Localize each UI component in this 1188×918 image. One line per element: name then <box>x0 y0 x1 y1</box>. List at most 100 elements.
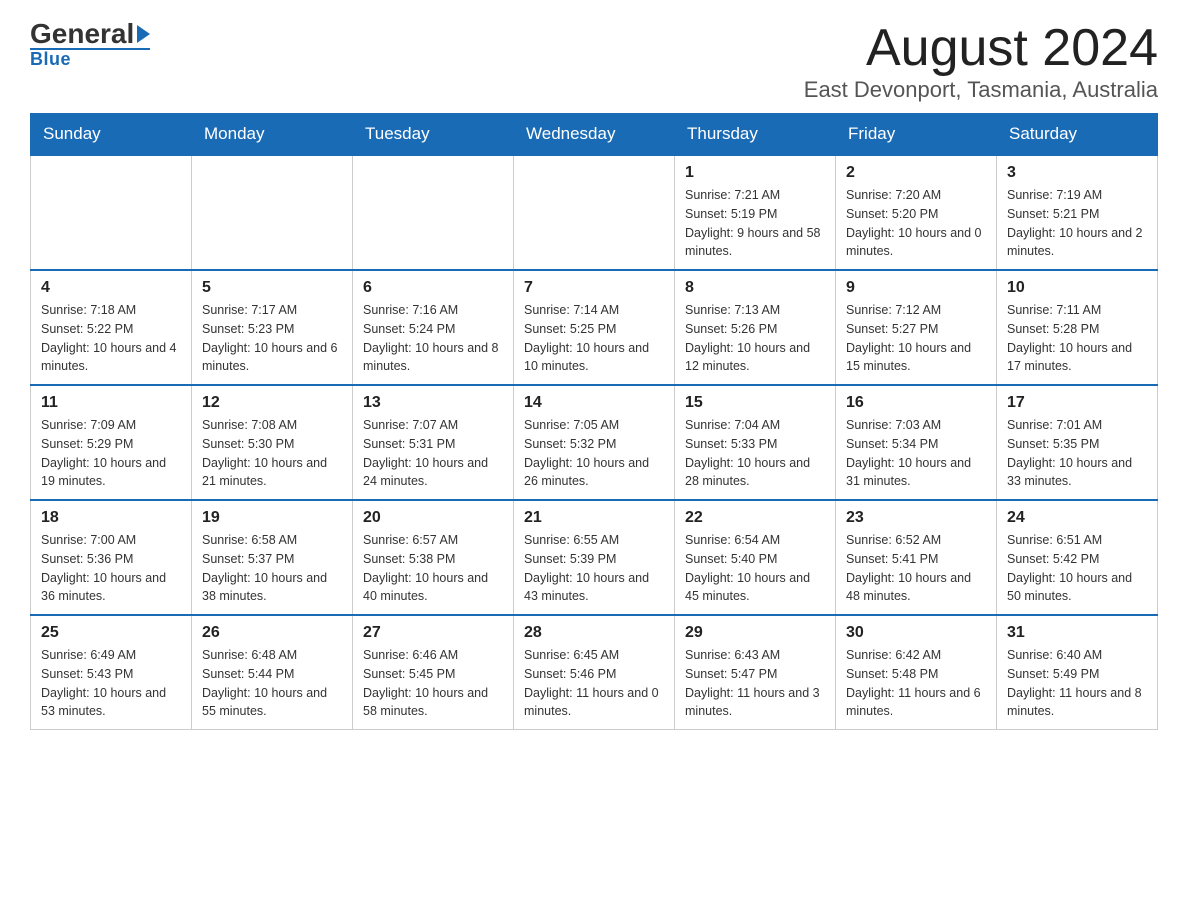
day-cell: 28 Sunrise: 6:45 AM Sunset: 5:46 PM Dayli… <box>514 615 675 730</box>
day-info: Sunrise: 6:55 AM Sunset: 5:39 PM Dayligh… <box>524 531 664 606</box>
day-number: 14 <box>524 394 664 412</box>
day-info: Sunrise: 7:21 AM Sunset: 5:19 PM Dayligh… <box>685 186 825 261</box>
day-info: Sunrise: 7:19 AM Sunset: 5:21 PM Dayligh… <box>1007 186 1147 261</box>
day-cell: 25Sunrise: 6:49 AM Sunset: 5:43 PM Dayli… <box>31 615 192 730</box>
day-info: Sunrise: 6:51 AM Sunset: 5:42 PM Dayligh… <box>1007 531 1147 606</box>
main-title: August 2024 <box>804 20 1158 77</box>
day-number: 11 <box>41 394 181 412</box>
day-number: 19 <box>202 509 342 527</box>
logo-general: General <box>30 20 150 48</box>
day-info: Sunrise: 7:16 AM Sunset: 5:24 PM Dayligh… <box>363 301 503 376</box>
day-cell: 7 Sunrise: 7:14 AM Sunset: 5:25 PM Daylig… <box>514 270 675 385</box>
day-info: Sunrise: 6:54 AM Sunset: 5:40 PM Dayligh… <box>685 531 825 606</box>
day-number: 15 <box>685 394 825 412</box>
calendar-header-row: Sunday Monday Tuesday Wednesday Thursday… <box>31 114 1158 156</box>
day-info: Sunrise: 7:18 AM Sunset: 5:22 PM Dayligh… <box>41 301 181 376</box>
day-info: Sunrise: 7:08 AM Sunset: 5:30 PM Dayligh… <box>202 416 342 491</box>
col-wednesday: Wednesday <box>514 114 675 156</box>
day-cell: 6 Sunrise: 7:16 AM Sunset: 5:24 PM Daylig… <box>353 270 514 385</box>
day-number: 20 <box>363 509 503 527</box>
title-section: August 2024 East Devonport, Tasmania, Au… <box>804 20 1158 103</box>
day-cell: 24 Sunrise: 6:51 AM Sunset: 5:42 PM Dayli… <box>997 500 1158 615</box>
day-number: 25 <box>41 624 181 642</box>
day-info: Sunrise: 6:58 AM Sunset: 5:37 PM Dayligh… <box>202 531 342 606</box>
day-number: 29 <box>685 624 825 642</box>
day-cell: 14 Sunrise: 7:05 AM Sunset: 5:32 PM Dayli… <box>514 385 675 500</box>
day-cell: 12 Sunrise: 7:08 AM Sunset: 5:30 PM Dayli… <box>192 385 353 500</box>
day-info: Sunrise: 7:14 AM Sunset: 5:25 PM Dayligh… <box>524 301 664 376</box>
day-info: Sunrise: 7:13 AM Sunset: 5:26 PM Dayligh… <box>685 301 825 376</box>
day-cell: 1 Sunrise: 7:21 AM Sunset: 5:19 PM Daylig… <box>675 155 836 270</box>
week-row-1: 1 Sunrise: 7:21 AM Sunset: 5:19 PM Daylig… <box>31 155 1158 270</box>
week-row-5: 25Sunrise: 6:49 AM Sunset: 5:43 PM Dayli… <box>31 615 1158 730</box>
day-cell: 8 Sunrise: 7:13 AM Sunset: 5:26 PM Daylig… <box>675 270 836 385</box>
day-cell: 15 Sunrise: 7:04 AM Sunset: 5:33 PM Dayli… <box>675 385 836 500</box>
day-info: Sunrise: 6:45 AM Sunset: 5:46 PM Dayligh… <box>524 646 664 721</box>
day-number: 2 <box>846 164 986 182</box>
day-info: Sunrise: 7:07 AM Sunset: 5:31 PM Dayligh… <box>363 416 503 491</box>
day-number: 28 <box>524 624 664 642</box>
day-cell: 13 Sunrise: 7:07 AM Sunset: 5:31 PM Dayli… <box>353 385 514 500</box>
day-cell: 3 Sunrise: 7:19 AM Sunset: 5:21 PM Daylig… <box>997 155 1158 270</box>
day-number: 6 <box>363 279 503 297</box>
day-number: 3 <box>1007 164 1147 182</box>
day-cell <box>31 155 192 270</box>
day-cell: 5 Sunrise: 7:17 AM Sunset: 5:23 PM Daylig… <box>192 270 353 385</box>
day-info: Sunrise: 6:48 AM Sunset: 5:44 PM Dayligh… <box>202 646 342 721</box>
day-cell <box>353 155 514 270</box>
day-info: Sunrise: 6:46 AM Sunset: 5:45 PM Dayligh… <box>363 646 503 721</box>
col-thursday: Thursday <box>675 114 836 156</box>
day-number: 21 <box>524 509 664 527</box>
logo: General Blue <box>30 20 150 70</box>
day-info: Sunrise: 7:00 AM Sunset: 5:36 PM Dayligh… <box>41 531 181 606</box>
day-number: 13 <box>363 394 503 412</box>
day-number: 9 <box>846 279 986 297</box>
day-number: 5 <box>202 279 342 297</box>
week-row-4: 18 Sunrise: 7:00 AM Sunset: 5:36 PM Dayli… <box>31 500 1158 615</box>
week-row-3: 11Sunrise: 7:09 AM Sunset: 5:29 PM Dayli… <box>31 385 1158 500</box>
day-number: 18 <box>41 509 181 527</box>
day-number: 12 <box>202 394 342 412</box>
day-cell <box>514 155 675 270</box>
day-cell: 11Sunrise: 7:09 AM Sunset: 5:29 PM Dayli… <box>31 385 192 500</box>
day-number: 26 <box>202 624 342 642</box>
day-cell: 9 Sunrise: 7:12 AM Sunset: 5:27 PM Daylig… <box>836 270 997 385</box>
day-info: Sunrise: 6:52 AM Sunset: 5:41 PM Dayligh… <box>846 531 986 606</box>
day-number: 1 <box>685 164 825 182</box>
col-monday: Monday <box>192 114 353 156</box>
day-number: 7 <box>524 279 664 297</box>
day-cell: 31 Sunrise: 6:40 AM Sunset: 5:49 PM Dayli… <box>997 615 1158 730</box>
day-cell: 30Sunrise: 6:42 AM Sunset: 5:48 PM Dayli… <box>836 615 997 730</box>
day-info: Sunrise: 7:20 AM Sunset: 5:20 PM Dayligh… <box>846 186 986 261</box>
day-cell: 26 Sunrise: 6:48 AM Sunset: 5:44 PM Dayli… <box>192 615 353 730</box>
calendar-table: Sunday Monday Tuesday Wednesday Thursday… <box>30 113 1158 730</box>
day-number: 24 <box>1007 509 1147 527</box>
day-info: Sunrise: 7:05 AM Sunset: 5:32 PM Dayligh… <box>524 416 664 491</box>
day-number: 8 <box>685 279 825 297</box>
day-cell: 10Sunrise: 7:11 AM Sunset: 5:28 PM Dayli… <box>997 270 1158 385</box>
day-cell: 18 Sunrise: 7:00 AM Sunset: 5:36 PM Dayli… <box>31 500 192 615</box>
col-friday: Friday <box>836 114 997 156</box>
day-cell: 4Sunrise: 7:18 AM Sunset: 5:22 PM Daylig… <box>31 270 192 385</box>
day-info: Sunrise: 7:01 AM Sunset: 5:35 PM Dayligh… <box>1007 416 1147 491</box>
day-number: 10 <box>1007 279 1147 297</box>
day-cell <box>192 155 353 270</box>
day-info: Sunrise: 6:57 AM Sunset: 5:38 PM Dayligh… <box>363 531 503 606</box>
logo-blue: Blue <box>30 48 150 70</box>
col-tuesday: Tuesday <box>353 114 514 156</box>
day-number: 30 <box>846 624 986 642</box>
week-row-2: 4Sunrise: 7:18 AM Sunset: 5:22 PM Daylig… <box>31 270 1158 385</box>
day-cell: 27 Sunrise: 6:46 AM Sunset: 5:45 PM Dayli… <box>353 615 514 730</box>
day-info: Sunrise: 7:04 AM Sunset: 5:33 PM Dayligh… <box>685 416 825 491</box>
day-info: Sunrise: 6:40 AM Sunset: 5:49 PM Dayligh… <box>1007 646 1147 721</box>
day-cell: 29Sunrise: 6:43 AM Sunset: 5:47 PM Dayli… <box>675 615 836 730</box>
day-info: Sunrise: 7:17 AM Sunset: 5:23 PM Dayligh… <box>202 301 342 376</box>
day-info: Sunrise: 7:12 AM Sunset: 5:27 PM Dayligh… <box>846 301 986 376</box>
page-header: General Blue August 2024 East Devonport,… <box>30 20 1158 103</box>
subtitle: East Devonport, Tasmania, Australia <box>804 77 1158 103</box>
day-info: Sunrise: 7:03 AM Sunset: 5:34 PM Dayligh… <box>846 416 986 491</box>
day-number: 27 <box>363 624 503 642</box>
day-cell: 20 Sunrise: 6:57 AM Sunset: 5:38 PM Dayli… <box>353 500 514 615</box>
day-cell: 22Sunrise: 6:54 AM Sunset: 5:40 PM Dayli… <box>675 500 836 615</box>
day-number: 31 <box>1007 624 1147 642</box>
